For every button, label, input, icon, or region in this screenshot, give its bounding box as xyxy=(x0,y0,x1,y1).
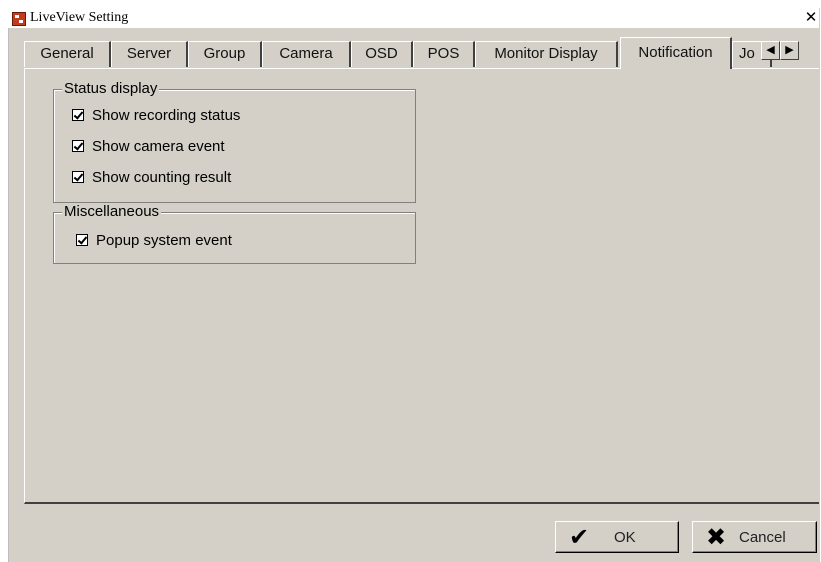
show-recording-status-label: Show recording status xyxy=(92,106,241,124)
check-icon: ✔ xyxy=(568,523,590,551)
window-title: LiveView Setting xyxy=(30,10,129,25)
tab-group[interactable]: Group xyxy=(188,41,262,67)
show-camera-event-option[interactable]: Show camera event xyxy=(72,137,225,155)
tab-notification[interactable]: Notification xyxy=(620,37,732,69)
miscellaneous-legend: Miscellaneous xyxy=(62,203,162,220)
ok-button[interactable]: ✔ OK xyxy=(555,521,679,553)
status-display-group: Status display Show recording status Sho… xyxy=(53,81,416,203)
ok-button-label: OK xyxy=(614,528,636,546)
tab-camera[interactable]: Camera xyxy=(262,41,351,67)
miscellaneous-group: Miscellaneous Popup system event xyxy=(53,204,416,264)
tab-scroll-left-icon[interactable]: ◀ xyxy=(761,41,780,60)
tab-osd[interactable]: OSD xyxy=(351,41,413,67)
tab-server[interactable]: Server xyxy=(111,41,188,67)
popup-system-event-option[interactable]: Popup system event xyxy=(76,231,232,249)
close-icon[interactable]: ✕ xyxy=(803,9,819,26)
tab-scroll-right-icon[interactable]: ▶ xyxy=(780,41,799,60)
show-recording-status-option[interactable]: Show recording status xyxy=(72,106,240,124)
popup-system-event-checkbox[interactable] xyxy=(76,234,88,246)
cancel-button-label: Cancel xyxy=(739,528,786,546)
title-bar: LiveView Setting ✕ xyxy=(8,8,819,28)
show-camera-event-label: Show camera event xyxy=(92,137,225,155)
tab-pos[interactable]: POS xyxy=(413,41,475,67)
notification-panel: Status display Show recording status Sho… xyxy=(24,68,819,504)
show-counting-result-option[interactable]: Show counting result xyxy=(72,168,231,186)
status-display-legend: Status display xyxy=(62,80,160,97)
cancel-button[interactable]: ✖ Cancel xyxy=(692,521,817,553)
show-camera-event-checkbox[interactable] xyxy=(72,140,84,152)
popup-system-event-label: Popup system event xyxy=(96,231,232,249)
show-recording-status-checkbox[interactable] xyxy=(72,109,84,121)
tab-monitor-display[interactable]: Monitor Display xyxy=(475,41,618,67)
tab-bar: General Server Group Camera OSD POS Moni… xyxy=(24,37,819,69)
show-counting-result-checkbox[interactable] xyxy=(72,171,84,183)
liveview-setting-window: LiveView Setting ✕ General Server Group … xyxy=(0,0,821,562)
x-icon: ✖ xyxy=(705,523,727,551)
tab-general[interactable]: General xyxy=(24,41,111,67)
app-icon xyxy=(12,12,26,26)
show-counting-result-label: Show counting result xyxy=(92,168,232,186)
